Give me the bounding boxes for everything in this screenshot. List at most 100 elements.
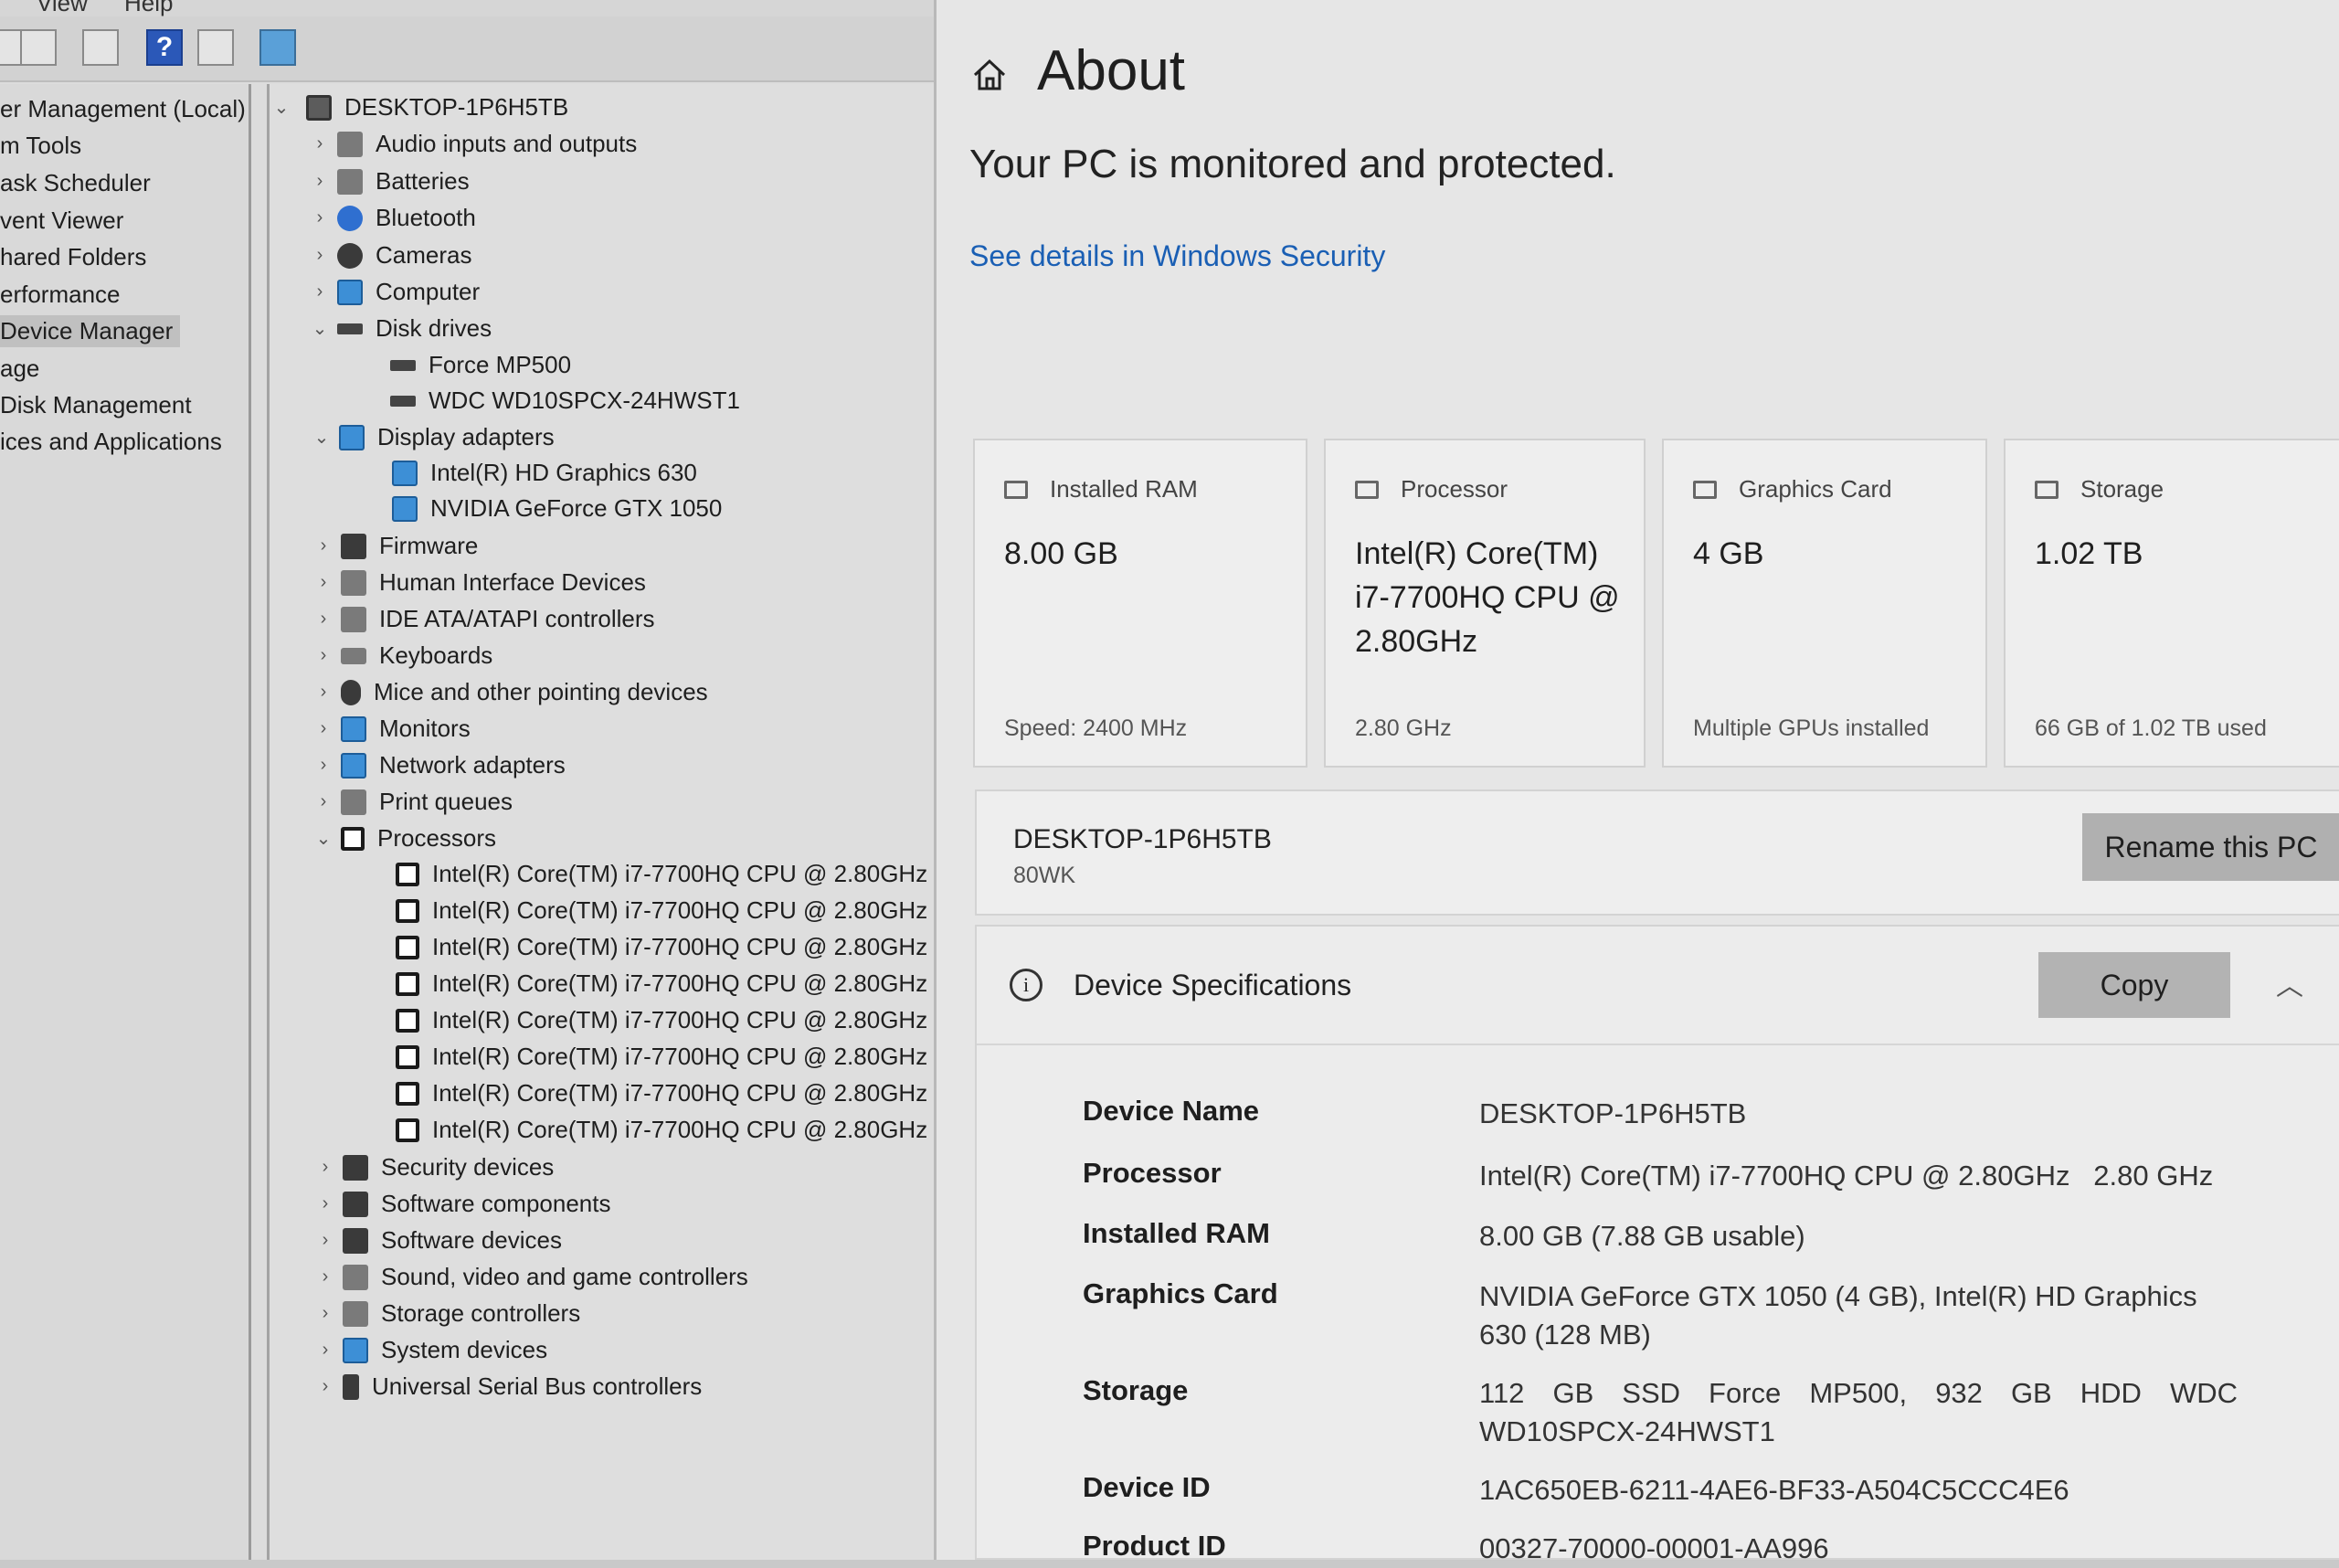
- tree-item[interactable]: › System devices: [313, 1336, 547, 1364]
- chevron-right-icon[interactable]: ›: [308, 171, 332, 192]
- tree-child-label: Intel(R) Core(TM) i7-7700HQ CPU @ 2.80GH…: [432, 1116, 928, 1143]
- nav-task-scheduler[interactable]: ask Scheduler: [0, 169, 151, 197]
- nav-storage[interactable]: age: [0, 355, 39, 383]
- tree-child[interactable]: Intel(R) Core(TM) i7-7700HQ CPU @ 2.80GH…: [396, 1116, 927, 1144]
- tree-item[interactable]: › Monitors: [312, 715, 471, 743]
- nav-computer-management[interactable]: er Management (Local): [0, 95, 246, 123]
- chevron-right-icon[interactable]: ›: [312, 535, 335, 556]
- chevron-right-icon[interactable]: ›: [313, 1303, 337, 1324]
- tree-item[interactable]: › Computer: [308, 278, 481, 306]
- chevron-up-icon[interactable]: ︿: [2276, 963, 2303, 1003]
- tree-item[interactable]: › Batteries: [308, 167, 470, 196]
- tree-item[interactable]: › Universal Serial Bus controllers: [313, 1372, 703, 1401]
- chevron-right-icon[interactable]: ›: [308, 281, 332, 302]
- tree-child[interactable]: Force MP500: [390, 351, 571, 379]
- processor-icon: [396, 935, 419, 959]
- chevron-down-icon[interactable]: ⌄: [312, 827, 335, 850]
- tree-item-label: Software components: [381, 1190, 611, 1217]
- help-icon[interactable]: ?: [146, 29, 183, 66]
- chevron-down-icon[interactable]: ⌄: [270, 96, 293, 119]
- device-specifications-header[interactable]: i Device Specifications Copy ︿: [977, 927, 2339, 1045]
- tree-child[interactable]: Intel(R) HD Graphics 630: [392, 459, 697, 487]
- tree-item[interactable]: › Network adapters: [312, 751, 566, 779]
- tree-item[interactable]: › IDE ATA/ATAPI controllers: [312, 605, 655, 633]
- chevron-right-icon[interactable]: ›: [312, 718, 335, 739]
- tree-item[interactable]: › Audio inputs and outputs: [308, 130, 638, 158]
- tree-item[interactable]: › Storage controllers: [313, 1299, 581, 1328]
- tree-item[interactable]: › Keyboards: [312, 641, 493, 670]
- tree-item[interactable]: ⌄ Display adapters: [310, 423, 555, 451]
- nav-system-tools[interactable]: m Tools: [0, 132, 81, 160]
- tree-item[interactable]: ⌄ Processors: [312, 824, 496, 853]
- spec-label: Storage: [1083, 1374, 1189, 1406]
- tree-child[interactable]: Intel(R) Core(TM) i7-7700HQ CPU @ 2.80GH…: [396, 1043, 927, 1071]
- copy-button[interactable]: Copy: [2038, 952, 2230, 1018]
- tree-child[interactable]: Intel(R) Core(TM) i7-7700HQ CPU @ 2.80GH…: [396, 860, 927, 888]
- monitor-icon[interactable]: [259, 29, 296, 66]
- chevron-right-icon[interactable]: ›: [313, 1266, 337, 1287]
- tree-item[interactable]: › Print queues: [312, 788, 513, 816]
- tree-item[interactable]: › Bluetooth: [308, 204, 476, 232]
- chevron-right-icon[interactable]: ›: [313, 1376, 337, 1397]
- tree-child[interactable]: Intel(R) Core(TM) i7-7700HQ CPU @ 2.80GH…: [396, 1006, 927, 1034]
- nav-performance[interactable]: erformance: [0, 281, 121, 309]
- card-subtext: Multiple GPUs installed: [1693, 715, 1930, 741]
- nav-shared-folders[interactable]: hared Folders: [0, 243, 146, 271]
- tree-item-label: Software devices: [381, 1226, 562, 1254]
- chevron-right-icon[interactable]: ›: [308, 207, 332, 228]
- chevron-right-icon[interactable]: ›: [313, 1193, 337, 1214]
- tree-item-label: Security devices: [381, 1153, 555, 1181]
- windows-security-link[interactable]: See details in Windows Security: [969, 239, 1385, 273]
- chevron-right-icon[interactable]: ›: [313, 1340, 337, 1361]
- chevron-right-icon[interactable]: ›: [312, 755, 335, 776]
- chevron-down-icon[interactable]: ⌄: [310, 426, 333, 449]
- tree-child[interactable]: Intel(R) Core(TM) i7-7700HQ CPU @ 2.80GH…: [396, 896, 927, 925]
- chevron-right-icon[interactable]: ›: [313, 1157, 337, 1178]
- tree-child[interactable]: NVIDIA GeForce GTX 1050: [392, 494, 722, 523]
- tree-item[interactable]: › Software devices: [313, 1226, 562, 1255]
- tree-item[interactable]: › Cameras: [308, 241, 472, 270]
- tree-item[interactable]: › Software components: [313, 1190, 611, 1218]
- home-icon[interactable]: [971, 57, 1008, 93]
- software-component-icon: [343, 1191, 368, 1217]
- chevron-down-icon[interactable]: ⌄: [308, 317, 332, 340]
- chevron-right-icon[interactable]: ›: [312, 645, 335, 666]
- console-tree-icon[interactable]: [20, 29, 57, 66]
- tree-item-label: Mice and other pointing devices: [374, 678, 708, 705]
- tree-item[interactable]: › Human Interface Devices: [312, 568, 646, 597]
- navigation-tree: er Management (Local) m Tools ask Schedu…: [0, 84, 251, 1560]
- nav-device-manager[interactable]: Device Manager: [0, 315, 181, 347]
- properties-icon[interactable]: [82, 29, 119, 66]
- chevron-right-icon[interactable]: ›: [312, 609, 335, 630]
- tree-child[interactable]: Intel(R) Core(TM) i7-7700HQ CPU @ 2.80GH…: [396, 969, 927, 998]
- chevron-right-icon[interactable]: ›: [313, 1230, 337, 1251]
- card-subtext: 66 GB of 1.02 TB used: [2035, 715, 2267, 741]
- tree-child[interactable]: Intel(R) Core(TM) i7-7700HQ CPU @ 2.80GH…: [396, 1079, 927, 1107]
- tree-child[interactable]: WDC WD10SPCX-24HWST1: [390, 387, 740, 415]
- nav-event-viewer[interactable]: vent Viewer: [0, 207, 123, 235]
- tree-root[interactable]: ⌄ DESKTOP-1P6H5TB: [270, 93, 569, 122]
- ram-card: Installed RAM 8.00 GB Speed: 2400 MHz: [973, 439, 1307, 768]
- hid-icon: [341, 569, 366, 596]
- tree-child[interactable]: Intel(R) Core(TM) i7-7700HQ CPU @ 2.80GH…: [396, 933, 927, 961]
- chevron-right-icon[interactable]: ›: [312, 682, 335, 703]
- tree-item[interactable]: › Mice and other pointing devices: [312, 678, 708, 706]
- speaker-icon: [337, 131, 363, 157]
- tree-item-label: Print queues: [379, 788, 513, 815]
- nav-disk-management[interactable]: Disk Management: [0, 391, 192, 419]
- chevron-right-icon[interactable]: ›: [312, 791, 335, 812]
- tree-item[interactable]: › Sound, video and game controllers: [313, 1263, 748, 1291]
- rename-pc-button[interactable]: Rename this PC: [2082, 813, 2339, 881]
- tree-item[interactable]: › Security devices: [313, 1153, 555, 1181]
- chevron-right-icon[interactable]: ›: [312, 572, 335, 593]
- chevron-right-icon[interactable]: ›: [308, 245, 332, 266]
- menu-help[interactable]: Help: [124, 0, 173, 16]
- menu-view[interactable]: View: [37, 0, 88, 16]
- chevron-right-icon[interactable]: ›: [308, 133, 332, 154]
- nav-services-and-applications[interactable]: ices and Applications: [0, 428, 222, 456]
- spec-label: Installed RAM: [1083, 1217, 1270, 1249]
- tree-item[interactable]: ⌄ Disk drives: [308, 314, 492, 343]
- software-device-icon: [343, 1227, 368, 1254]
- tree-item[interactable]: › Firmware: [312, 532, 479, 560]
- action-pane-icon[interactable]: [197, 29, 234, 66]
